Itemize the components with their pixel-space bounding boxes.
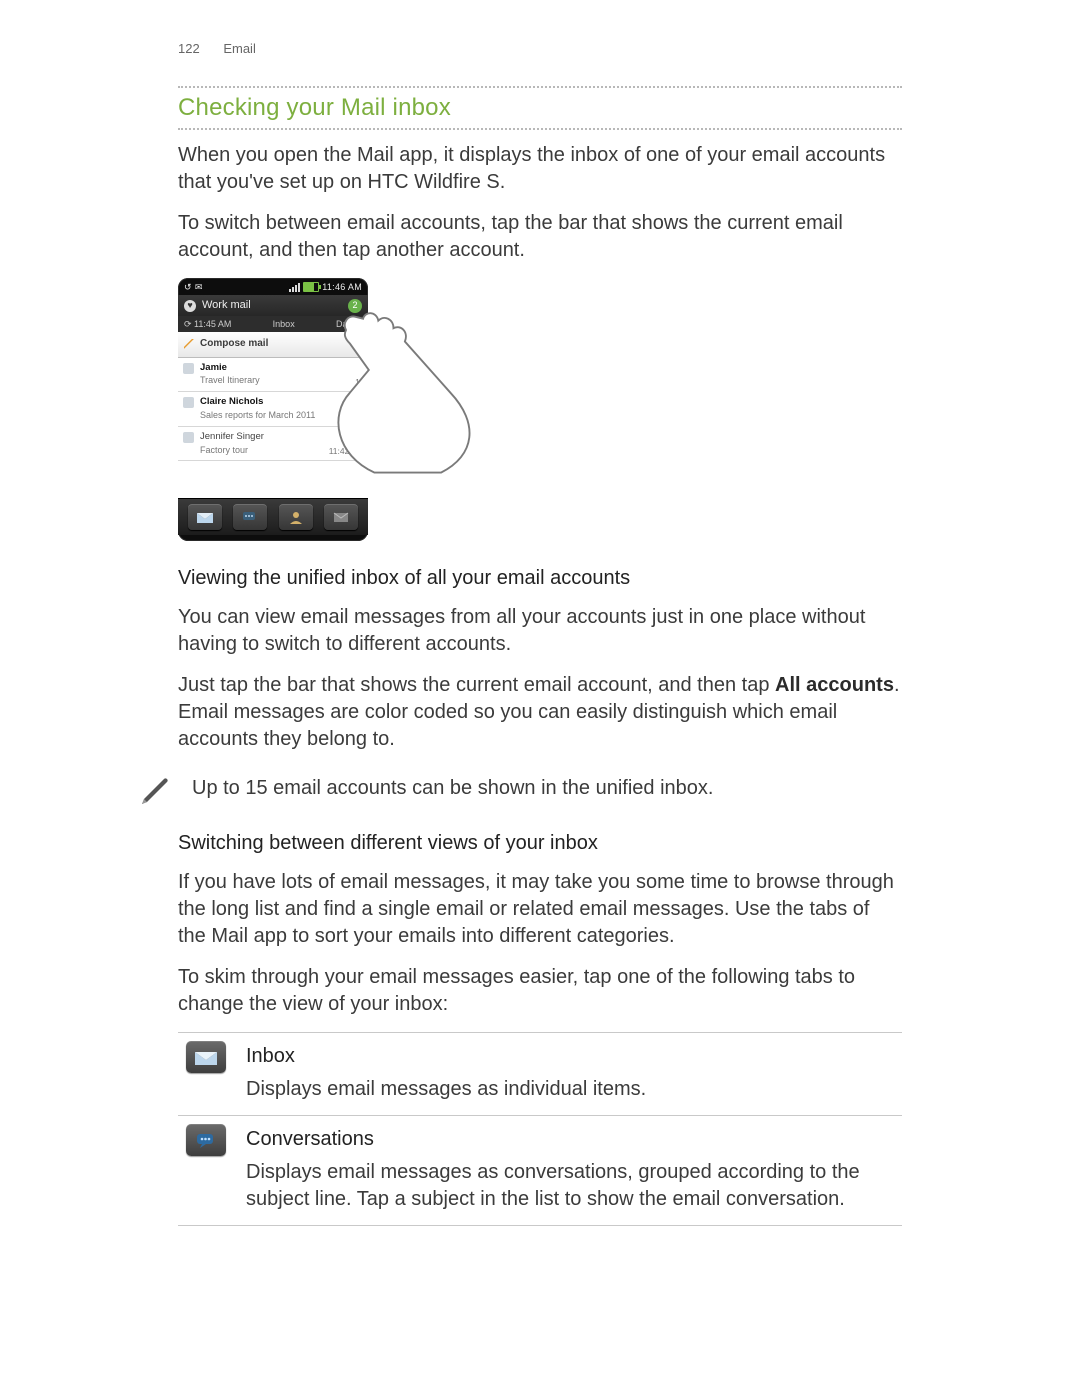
sub-mid: Inbox [239, 318, 328, 330]
battery-icon [303, 282, 319, 292]
mail-item: Claire Nichols Sales reports for March 2… [178, 392, 368, 427]
mail-subject: Sales reports for March 2011 [200, 410, 315, 420]
separator-top [178, 86, 902, 88]
sub-left: ⟳ 11:45 AM [184, 318, 231, 330]
section-title: Checking your Mail inbox [178, 92, 902, 124]
mail-from: Jennifer Singer [200, 431, 362, 444]
unified-para-1: You can view email messages from all you… [178, 604, 902, 658]
phone-bottombar [178, 498, 368, 535]
separator-bottom [178, 128, 902, 130]
unified-para-2: Just tap the bar that shows the current … [178, 672, 902, 753]
tab-title: Inbox [246, 1043, 894, 1070]
status-time: 11:46 AM [322, 281, 362, 293]
sync-icon: ↺ [184, 281, 192, 293]
mail-from: Claire Nichols [200, 396, 362, 409]
mail-subject: Travel Itinerary [200, 375, 260, 385]
phone-illustration: ↺ ✉ 11:46 AM ♥ Work mail 2 ⟳ 11:45 AM In… [178, 278, 448, 541]
tab-title: Conversations [246, 1126, 894, 1153]
note-text: Up to 15 email accounts can be shown in … [192, 775, 713, 802]
header-section: Email [223, 41, 256, 56]
mail-time: 11 [355, 377, 364, 388]
compose-button: Compose mail [178, 332, 368, 358]
pencil-note-icon [140, 771, 174, 805]
phone-statusbar: ↺ ✉ 11:46 AM [178, 278, 368, 295]
pencil-icon [184, 339, 194, 349]
switching-para-1: If you have lots of email messages, it m… [178, 869, 902, 950]
all-accounts-label: All accounts [775, 674, 894, 696]
intro-paragraph-1: When you open the Mail app, it displays … [178, 142, 902, 196]
switching-para-2: To skim through your email messages easi… [178, 964, 902, 1018]
tab-people-icon [279, 504, 313, 530]
tab-desc: Displays email messages as conversations… [246, 1159, 894, 1213]
tab-desc: Displays email messages as individual it… [246, 1076, 894, 1103]
compose-label: Compose mail [200, 337, 268, 351]
tab-unread-icon [324, 504, 358, 530]
mail-item: Jennifer Singer Factory tour 11:42 AM [178, 427, 368, 462]
unread-badge: 2 [348, 299, 362, 313]
tabs-row-inbox: Inbox Displays email messages as individ… [178, 1032, 902, 1115]
phone-subheader: ⟳ 11:45 AM Inbox Date ↓ [178, 316, 368, 332]
tabs-row-conversations: Conversations Displays email messages as… [178, 1115, 902, 1225]
mail-account-label: Work mail [202, 298, 251, 313]
signal-icon [289, 283, 300, 292]
tab-inbox-icon [188, 504, 222, 530]
sub-right: Date ↓ [336, 318, 362, 330]
text-span: Just tap the bar that shows the current … [178, 674, 775, 696]
switching-heading: Switching between different views of you… [178, 830, 902, 857]
tab-conversations-icon [233, 504, 267, 530]
mail-subject: Factory tour [200, 445, 248, 455]
mail-status-icon: ✉ [195, 281, 203, 293]
page-header: 122 Email [178, 40, 902, 58]
intro-paragraph-2: To switch between email accounts, tap th… [178, 210, 902, 264]
note-row: Up to 15 email accounts can be shown in … [140, 771, 902, 806]
phone-inbox-list: Jamie Travel Itinerary 11 Claire Nichols… [178, 358, 368, 498]
mail-time: 11 [355, 411, 364, 422]
mail-time: 11:42 AM [329, 446, 364, 457]
heart-icon: ♥ [184, 300, 196, 312]
phone-mail-header: ♥ Work mail 2 [178, 295, 368, 316]
conversations-tab-icon [186, 1124, 226, 1156]
mail-from: Jamie [200, 362, 362, 375]
inbox-tab-icon [186, 1041, 226, 1073]
tabs-table: Inbox Displays email messages as individ… [178, 1032, 902, 1226]
envelope-icon [183, 363, 194, 374]
page-number: 122 [178, 41, 200, 56]
envelope-icon [183, 397, 194, 408]
mail-item: Jamie Travel Itinerary 11 [178, 358, 368, 393]
envelope-icon [183, 432, 194, 443]
unified-heading: Viewing the unified inbox of all your em… [178, 565, 902, 592]
